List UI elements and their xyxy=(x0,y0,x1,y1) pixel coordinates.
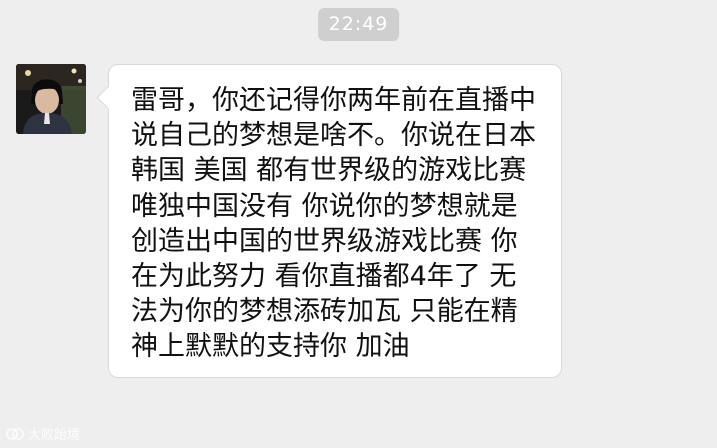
message-line: 雷哥，你还记得你两年前在直播中 xyxy=(131,85,536,116)
message-line: 在为此努力 看你直播都4年了 无 xyxy=(131,261,517,293)
message-line: 法为你的梦想添砖加瓦 只能在精 xyxy=(131,296,518,328)
message-line: 说自己的梦想是啥不。你说在日本 xyxy=(131,120,536,152)
watermark: 大败跆境 xyxy=(6,424,80,443)
message-line: 唯独中国没有 你说你的梦想就是 xyxy=(131,190,518,222)
message-line: 神上默默的支持你 加油 xyxy=(131,331,410,363)
bubble-tail xyxy=(96,85,121,110)
message-line: 韩国 美国 都有世界级的游戏比赛 xyxy=(131,155,527,187)
watermark-text: 大败跆境 xyxy=(28,428,81,443)
sender-avatar[interactable] xyxy=(16,64,86,134)
message-bubble[interactable]: 雷哥，你还记得你两年前在直播中 说自己的梦想是啥不。你说在日本 韩国 美国 都有… xyxy=(96,64,562,378)
message-timestamp: 22:49 xyxy=(317,8,400,41)
chat-screen: 22:49 雷哥，你还记得你两年前在直播中 说自己的梦想是啥不。你说在日本 韩国… xyxy=(0,0,717,448)
user-avatar-photo-icon xyxy=(16,64,86,134)
watermark-logo-icon xyxy=(6,427,24,440)
message-text: 雷哥，你还记得你两年前在直播中 说自己的梦想是啥不。你说在日本 韩国 美国 都有… xyxy=(131,83,545,365)
message-line: 创造出中国的世界级游戏比赛 你 xyxy=(131,225,518,257)
